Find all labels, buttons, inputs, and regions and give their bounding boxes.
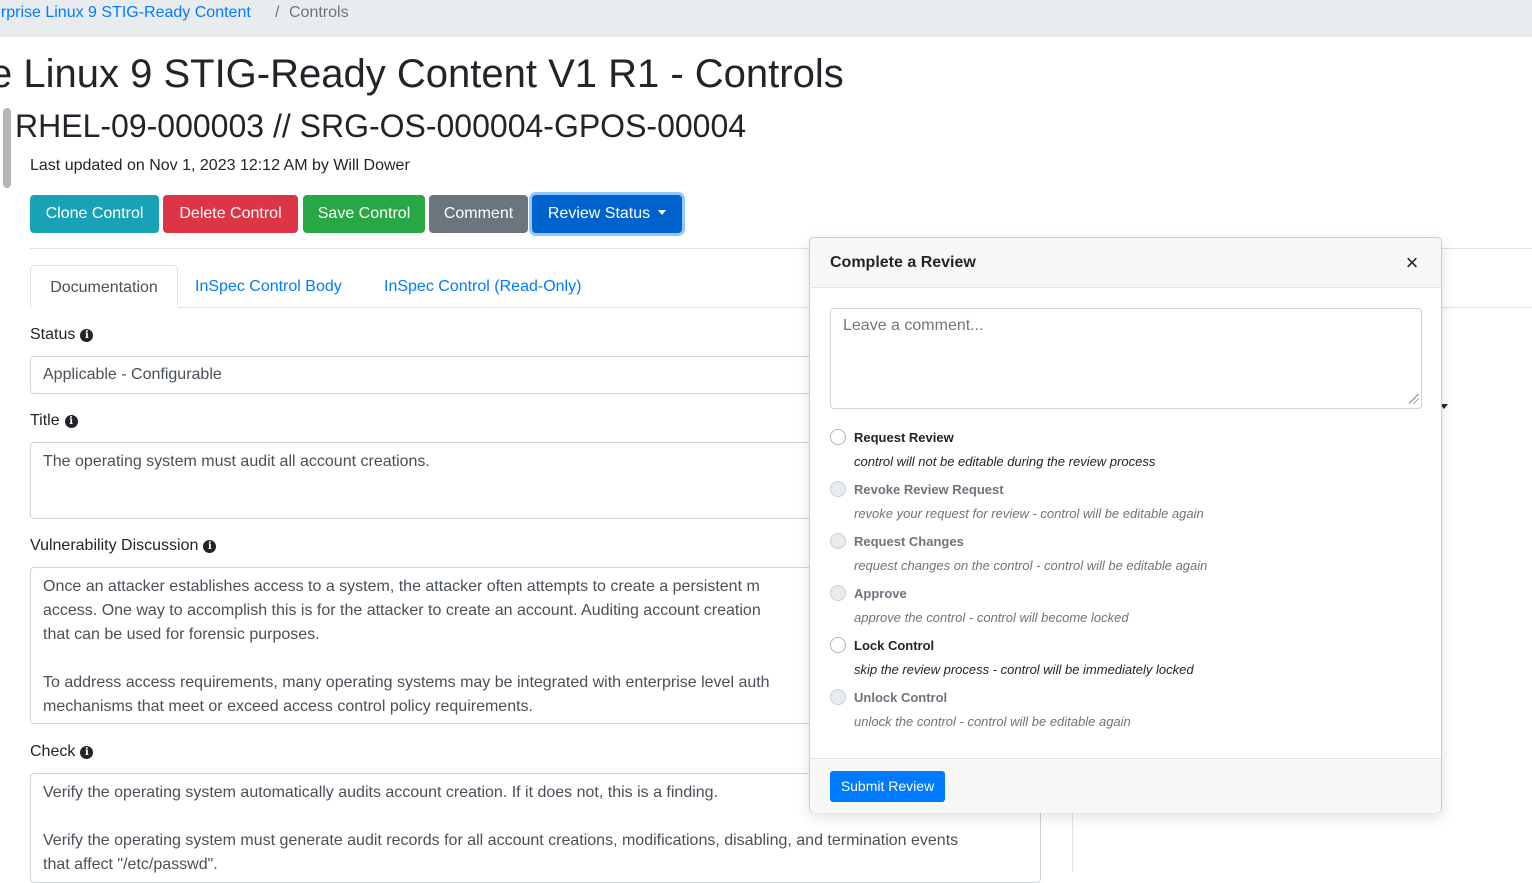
title-label: Title i: [30, 412, 78, 430]
radio-button[interactable]: [830, 637, 846, 653]
status-label: Status i: [30, 326, 94, 344]
background-divider: [1440, 307, 1532, 308]
check-line: that affect "/etc/passwd".: [43, 856, 218, 873]
option-description: unlock the control - control will be edi…: [854, 714, 1131, 729]
clone-control-button[interactable]: Clone Control: [30, 195, 159, 233]
option-description: control will not be editable during the …: [854, 454, 1156, 469]
review-comment-input[interactable]: [830, 308, 1422, 409]
popover-footer: Submit Review: [810, 758, 1441, 813]
info-icon[interactable]: i: [80, 329, 94, 342]
tab-inspec-control-body[interactable]: InSpec Control Body: [195, 265, 342, 308]
review-status-dropdown-button[interactable]: Review Status: [532, 195, 682, 233]
option-label: Revoke Review Request: [854, 482, 1004, 497]
option-label: Request Review: [854, 430, 954, 445]
breadcrumb: erprise Linux 9 STIG-Ready Content / Con…: [0, 0, 1532, 37]
title-label-text: Title: [30, 412, 60, 429]
review-option-unlock-control: Unlock Control unlock the control - cont…: [830, 689, 1420, 737]
last-updated-text: Last updated on Nov 1, 2023 12:12 AM by …: [30, 157, 410, 174]
radio-button: [830, 533, 846, 549]
resize-handle-icon[interactable]: [1409, 394, 1419, 404]
scrollbar-thumb[interactable]: [3, 108, 11, 188]
check-label-text: Check: [30, 743, 76, 760]
info-icon[interactable]: i: [80, 746, 94, 759]
breadcrumb-separator: /: [275, 4, 280, 21]
info-icon[interactable]: i: [203, 540, 217, 553]
review-option-revoke-review-request: Revoke Review Request revoke your reques…: [830, 481, 1420, 529]
option-label: Lock Control: [854, 638, 935, 653]
close-icon[interactable]: ×: [1401, 250, 1423, 276]
caret-down-icon: [658, 210, 667, 215]
page-title: se Linux 9 STIG-Ready Content V1 R1 - Co…: [0, 52, 844, 96]
popover-header: Complete a Review ×: [810, 238, 1441, 288]
review-option-approve: Approve approve the control - control wi…: [830, 585, 1420, 633]
comment-button[interactable]: Comment: [429, 195, 528, 233]
complete-review-popover: Complete a Review × Request Review contr…: [809, 237, 1442, 813]
radio-button: [830, 481, 846, 497]
review-option-request-changes: Request Changes request changes on the c…: [830, 533, 1420, 581]
breadcrumb-parent-link[interactable]: erprise Linux 9 STIG-Ready Content: [0, 0, 251, 26]
vuln-label-text: Vulnerability Discussion: [30, 537, 199, 554]
radio-button: [830, 689, 846, 705]
option-description: request changes on the control - control…: [854, 558, 1208, 573]
check-line: Verify the operating system must generat…: [43, 832, 959, 849]
review-option-lock-control[interactable]: Lock Control skip the review process - c…: [830, 637, 1420, 685]
info-icon[interactable]: i: [64, 415, 78, 428]
option-label: Request Changes: [854, 534, 964, 549]
control-id-heading: RHEL-09-000003 // SRG-OS-000004-GPOS-000…: [15, 108, 747, 144]
submit-review-button[interactable]: Submit Review: [830, 771, 945, 802]
breadcrumb-current: Controls: [289, 4, 349, 21]
review-status-label: Review Status: [547, 205, 651, 222]
popover-title: Complete a Review: [830, 254, 976, 271]
status-label-text: Status: [30, 326, 76, 343]
vulnerability-discussion-label: Vulnerability Discussion i: [30, 537, 217, 555]
radio-button: [830, 585, 846, 601]
option-label: Unlock Control: [854, 690, 948, 705]
option-description: skip the review process - control will b…: [854, 662, 1194, 677]
option-description: approve the control - control will becom…: [854, 610, 1129, 625]
save-control-button[interactable]: Save Control: [303, 195, 425, 233]
review-option-request-review[interactable]: Request Review control will not be edita…: [830, 429, 1420, 477]
option-label: Approve: [854, 586, 907, 601]
delete-control-button[interactable]: Delete Control: [163, 195, 298, 233]
option-description: revoke your request for review - control…: [854, 506, 1204, 521]
tab-bar: Documentation InSpec Control Body InSpec…: [30, 265, 810, 308]
check-label: Check i: [30, 743, 94, 761]
tab-documentation[interactable]: Documentation: [30, 265, 178, 308]
radio-button[interactable]: [830, 429, 846, 445]
tab-inspec-control-readonly[interactable]: InSpec Control (Read-Only): [384, 265, 581, 308]
